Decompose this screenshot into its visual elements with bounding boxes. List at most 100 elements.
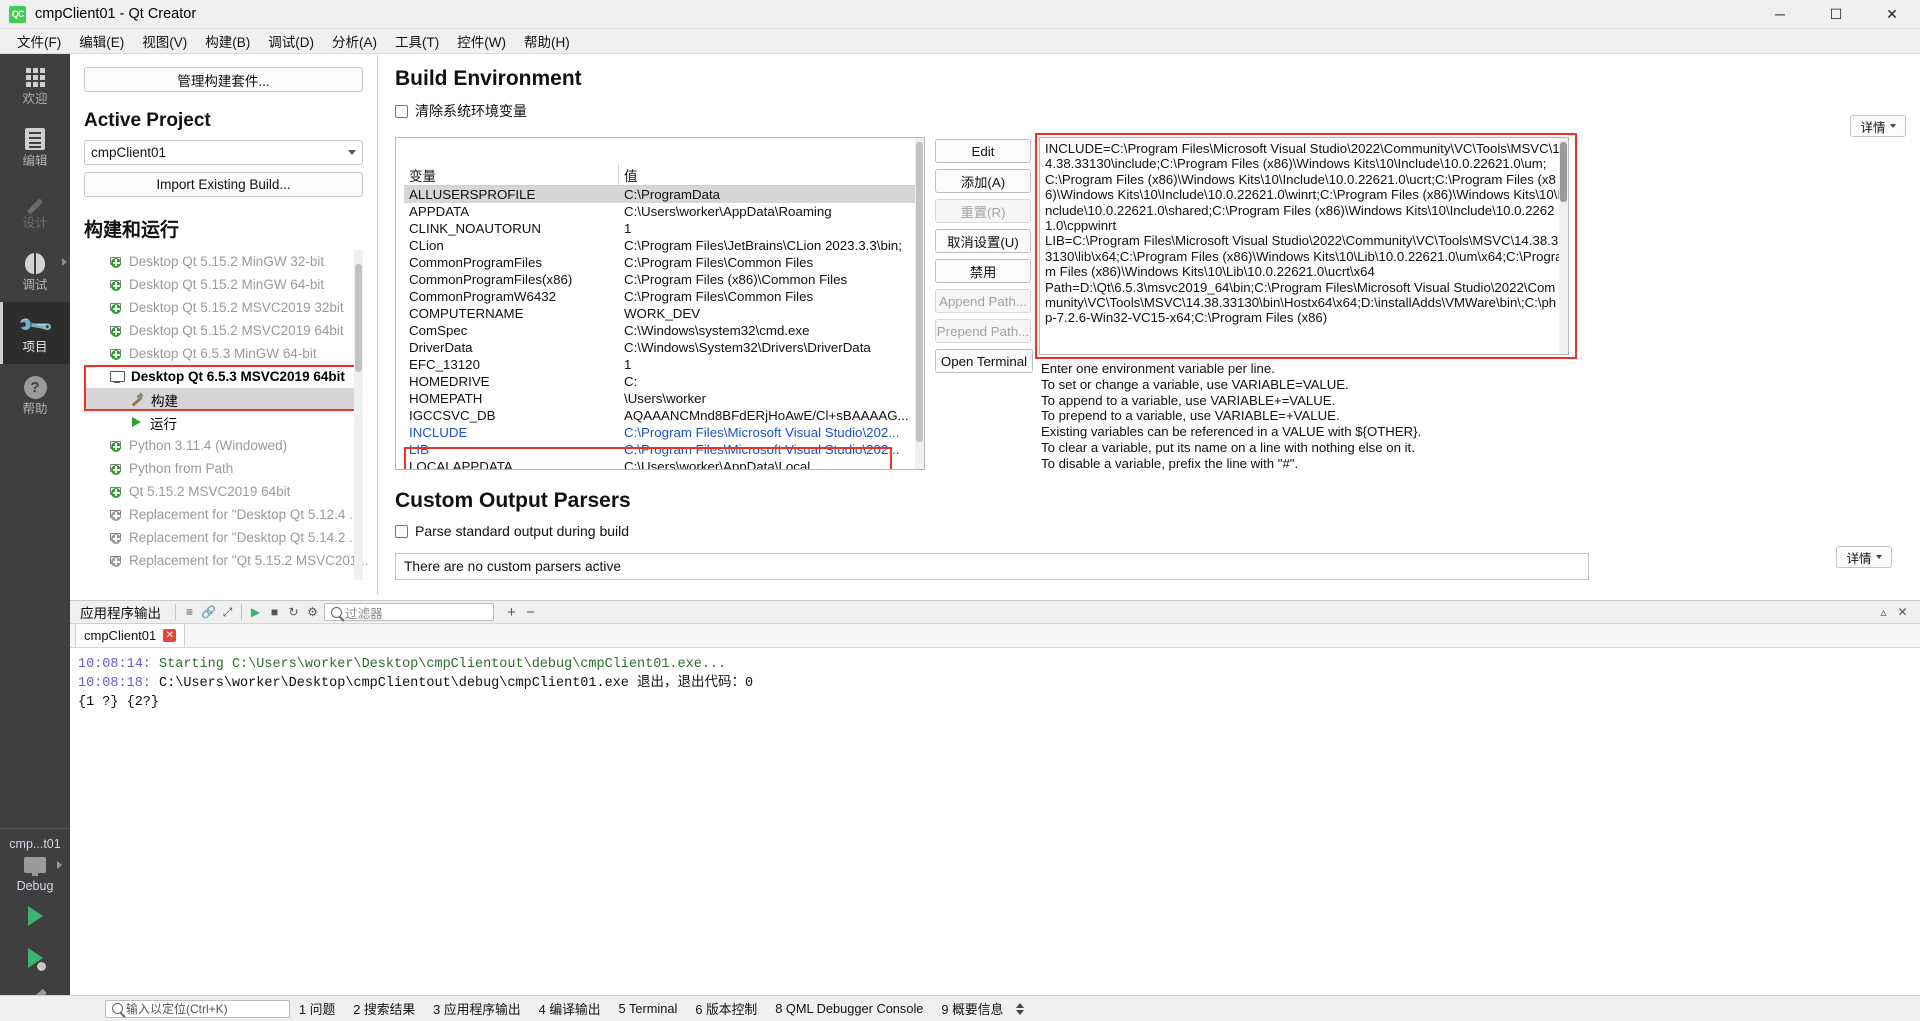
unset-button[interactable]: 取消设置(U) (935, 229, 1031, 253)
menu-view[interactable]: 视图(V) (133, 28, 196, 54)
pane-resize-handle[interactable] (1016, 1002, 1025, 1015)
maximize-button[interactable]: ☐ (1808, 0, 1864, 29)
kit-item[interactable]: Qt 5.15.2 MSVC2019 64bit (84, 480, 363, 503)
table-row[interactable]: CommonProgramW6432 C:\Program Files\Comm… (404, 288, 916, 305)
mode-help[interactable]: ? 帮助 (0, 364, 70, 426)
add-filter-button[interactable]: + (502, 603, 521, 622)
kit-item[interactable]: Desktop Qt 5.15.2 MinGW 64-bit (84, 273, 363, 296)
menu-build[interactable]: 构建(B) (196, 28, 259, 54)
mode-design[interactable]: 设计 (0, 178, 70, 240)
close-pane-icon[interactable]: ✕ (1893, 603, 1912, 622)
table-row[interactable]: EFC_13120 1 (404, 356, 916, 373)
stop-icon[interactable]: ■ (265, 603, 284, 622)
menu-edit[interactable]: 编辑(E) (70, 28, 133, 54)
maximize-pane-icon[interactable]: ▵ (1874, 603, 1893, 622)
status-item-outline[interactable]: 9 概要信息 (932, 999, 1012, 1018)
remove-filter-button[interactable]: − (521, 603, 540, 622)
table-row[interactable]: IGCCSVC_DB AQAAANCMnd8BFdERjHoAwE/Cl+sBA… (404, 407, 916, 424)
environment-text-scrollbar[interactable] (1559, 138, 1568, 354)
table-row[interactable]: ComSpec C:\Windows\system32\cmd.exe (404, 322, 916, 339)
rerun-icon[interactable]: ↻ (284, 603, 303, 622)
table-row[interactable]: ALLUSERSPROFILE C:\ProgramData (404, 186, 916, 203)
table-row[interactable]: DriverData C:\Windows\System32\Drivers\D… (404, 339, 916, 356)
reset-button[interactable]: 重置(R) (935, 199, 1031, 223)
kit-item-active[interactable]: Desktop Qt 6.5.3 MSVC2019 64bit (84, 365, 363, 388)
status-item-version-control[interactable]: 6 版本控制 (686, 999, 766, 1018)
table-row[interactable]: CLINK_NOAUTORUN 1 (404, 220, 916, 237)
kit-item-run[interactable]: 运行 (84, 411, 363, 434)
kit-item[interactable]: Desktop Qt 6.5.3 MinGW 64-bit (84, 342, 363, 365)
table-row[interactable]: CommonProgramFiles(x86) C:\Program Files… (404, 271, 916, 288)
active-project-combo[interactable]: cmpClient01 (84, 140, 363, 165)
output-tab-cmpclient01[interactable]: cmpClient01 ✕ (75, 623, 186, 647)
kit-item-build[interactable]: 构建 (84, 388, 363, 411)
table-row[interactable]: HOMEDRIVE C: (404, 373, 916, 390)
status-item-qml-debugger[interactable]: 8 QML Debugger Console (766, 1001, 932, 1016)
prepend-path-button[interactable]: Prepend Path... (935, 319, 1031, 343)
environment-table-scrollbar[interactable] (915, 138, 924, 469)
table-row-lib[interactable]: LIB C:\Program Files\Microsoft Visual St… (404, 441, 916, 458)
status-item-problems[interactable]: 1 问题 (290, 999, 344, 1018)
build-env-details-button[interactable]: 详情 (1850, 115, 1906, 137)
scrollbar-thumb[interactable] (916, 142, 923, 442)
mode-projects[interactable]: 🔧 项目 (0, 302, 70, 364)
run-icon[interactable]: ▶ (246, 603, 265, 622)
close-icon[interactable]: ✕ (163, 629, 177, 642)
clear-system-env-row[interactable]: 清除系统环境变量 (395, 101, 1906, 121)
close-button[interactable]: ✕ (1864, 0, 1920, 29)
status-item-terminal[interactable]: 5 Terminal (610, 1001, 687, 1016)
table-row[interactable]: CommonProgramFiles C:\Program Files\Comm… (404, 254, 916, 271)
table-row[interactable]: HOMEPATH \Users\worker (404, 390, 916, 407)
kit-item[interactable]: Python 3.11.4 (Windowed) (84, 434, 363, 457)
status-item-compile-output[interactable]: 4 编译输出 (530, 999, 610, 1018)
status-item-search-results[interactable]: 2 搜索结果 (344, 999, 424, 1018)
kit-item[interactable]: Replacement for "Desktop Qt 5.14.2 ... (84, 526, 363, 549)
mode-welcome[interactable]: 欢迎 (0, 54, 70, 116)
environment-text-editor[interactable]: INCLUDE=C:\Program Files\Microsoft Visua… (1039, 137, 1569, 355)
kit-item[interactable]: Desktop Qt 5.15.2 MSVC2019 64bit (84, 319, 363, 342)
minimize-button[interactable]: ─ (1752, 0, 1808, 29)
link-icon[interactable]: 🔗 (199, 603, 218, 622)
locator-input[interactable]: 输入以定位(Ctrl+K) (105, 999, 290, 1018)
kit-item[interactable]: Replacement for "Qt 5.15.2 MSVC201... (84, 549, 369, 572)
parse-stdout-row[interactable]: Parse standard output during build (395, 523, 1906, 539)
wrap-lines-icon[interactable]: ≡ (180, 603, 199, 622)
mode-edit[interactable]: 编辑 (0, 116, 70, 178)
import-existing-build-button[interactable]: Import Existing Build... (84, 172, 363, 197)
debug-button[interactable] (0, 937, 70, 979)
menu-file[interactable]: 文件(F) (8, 28, 70, 54)
open-terminal-button[interactable]: Open Terminal (935, 349, 1033, 373)
scrollbar-thumb[interactable] (355, 264, 362, 372)
kit-item[interactable]: Python from Path (84, 457, 363, 480)
custom-parsers-details-button[interactable]: 详情 (1836, 546, 1892, 568)
menu-debug[interactable]: 调试(D) (259, 28, 323, 54)
kit-selector[interactable]: cmp...t01 Debug (0, 828, 70, 1021)
status-item-app-output[interactable]: 3 应用程序输出 (424, 999, 529, 1018)
parse-stdout-checkbox[interactable] (395, 524, 408, 538)
mode-debug[interactable]: 调试 (0, 240, 70, 302)
clear-system-env-checkbox[interactable] (395, 104, 408, 118)
scrollbar-thumb[interactable] (1560, 142, 1567, 202)
menu-help[interactable]: 帮助(H) (515, 28, 579, 54)
zoom-icon[interactable]: ⤢ (218, 603, 237, 622)
table-row[interactable]: LOCALAPPDATA C:\Users\worker\AppData\Loc… (404, 458, 916, 469)
filter-input[interactable]: 过滤器 (324, 603, 494, 621)
edit-button[interactable]: Edit (935, 139, 1031, 163)
menu-analyze[interactable]: 分析(A) (323, 28, 386, 54)
table-row-include[interactable]: INCLUDE C:\Program Files\Microsoft Visua… (404, 424, 916, 441)
settings-icon[interactable]: ⚙ (303, 603, 322, 622)
disable-button[interactable]: 禁用 (935, 259, 1031, 283)
table-row[interactable]: COMPUTERNAME WORK_DEV (404, 305, 916, 322)
kit-tree-scrollbar[interactable] (354, 250, 363, 580)
kit-item[interactable]: Desktop Qt 5.15.2 MSVC2019 32bit (84, 296, 363, 319)
run-button[interactable] (0, 895, 70, 937)
menu-widgets[interactable]: 控件(W) (448, 28, 515, 54)
kit-item[interactable]: Replacement for "Desktop Qt 5.12.4 ... (84, 503, 363, 526)
append-path-button[interactable]: Append Path... (935, 289, 1031, 313)
table-row[interactable]: APPDATA C:\Users\worker\AppData\Roaming (404, 203, 916, 220)
table-row[interactable]: CLion C:\Program Files\JetBrains\CLion 2… (404, 237, 916, 254)
add-button[interactable]: 添加(A) (935, 169, 1031, 193)
kit-selector-target[interactable] (0, 853, 70, 877)
kit-item[interactable]: Desktop Qt 5.15.2 MinGW 32-bit (84, 250, 363, 273)
manage-kits-button[interactable]: 管理构建套件... (84, 67, 363, 92)
